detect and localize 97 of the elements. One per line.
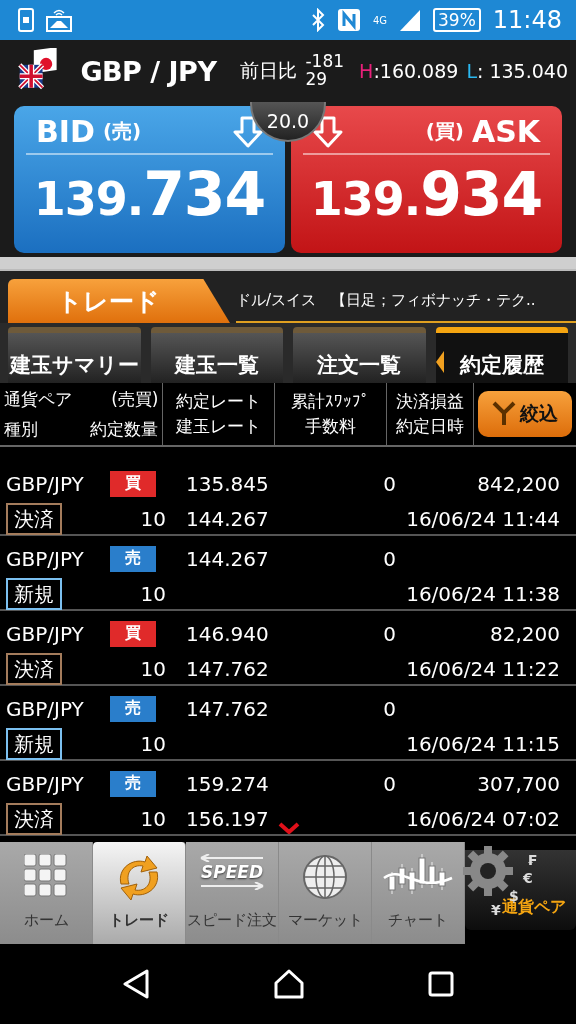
pnl-cell: 307,700: [477, 771, 560, 796]
screen-cast-icon: [46, 8, 72, 32]
rate-cell-text: 146.940: [185, 621, 269, 646]
home-icon[interactable]: [273, 969, 305, 999]
price: 139.734: [32, 159, 267, 229]
column-header: 約定レート: [176, 390, 262, 413]
datetime-cell: 16/06/24 11:22: [406, 657, 560, 681]
currency-pair: GBP / JPY: [80, 55, 217, 87]
quantity-cell: 10: [140, 732, 166, 756]
column-header: 約定日時: [395, 415, 464, 438]
datetime-cell: 16/06/24 11:44: [406, 507, 560, 531]
swap-cell: 0: [383, 546, 396, 571]
tab[interactable]: 建玉一覧: [150, 327, 283, 383]
pair-cell: GBP/JPY: [6, 546, 84, 571]
column-header: 種別: [4, 417, 38, 441]
nav-tab[interactable]: マーケット: [279, 842, 372, 944]
tab[interactable]: 約定履歴: [435, 327, 568, 383]
change-label: 前日比: [240, 58, 298, 83]
down-arrow-icon: [233, 115, 263, 148]
filter-icon: [492, 401, 517, 427]
nav-tab[interactable]: チャート: [372, 842, 465, 944]
tab[interactable]: 建玉サマリー: [8, 327, 141, 383]
quantity-cell: 10: [140, 807, 166, 831]
side-badge: 買: [110, 620, 156, 647]
order-type-badge: 新規: [6, 578, 62, 610]
grid-icon: [24, 854, 68, 898]
side-badge: 売: [110, 695, 156, 722]
rate-cell-text: 147.762: [185, 696, 269, 721]
back-icon[interactable]: [121, 969, 150, 999]
position-rate-cell-text: 147.762: [185, 657, 269, 681]
side-label: (売): [102, 118, 142, 145]
pnl-cell: 842,200: [477, 471, 560, 496]
change-value: -18129: [305, 53, 346, 89]
trade-row[interactable]: GBP/JPY 売 144.267 0 新規 10 16/06/24 11:38: [0, 536, 576, 611]
chevron-down-icon: [278, 822, 300, 834]
datetime-cell: 16/06/24 11:38: [406, 582, 560, 606]
swap-cell: 0: [383, 696, 396, 721]
nav-tab[interactable]: トレード: [93, 842, 186, 944]
signal-icon: [399, 8, 422, 32]
clock: 11:48: [492, 6, 562, 34]
battery-indicator: 39%: [433, 8, 481, 32]
phone-icon: [18, 8, 34, 32]
network-type: 4G: [372, 14, 388, 26]
column-header: 建玉レート: [176, 415, 262, 438]
order-type-badge: 決済: [6, 503, 62, 535]
side-badge: 売: [110, 770, 156, 797]
nav-tab[interactable]: ホーム: [0, 842, 93, 944]
trade-row[interactable]: GBP/JPY 買 146.940 0 82,200 決済 10 147.762 16/06/24 11:22: [0, 611, 576, 686]
column-header: 通貨ペア: [4, 387, 72, 411]
order-type-badge: 決済: [6, 653, 62, 685]
bluetooth-icon: [310, 8, 325, 32]
recents-icon[interactable]: [428, 971, 455, 997]
column-header: 約定数量: [90, 417, 159, 441]
bid-label: BID: [36, 114, 95, 149]
rate-cell-text: 135.845: [185, 471, 269, 496]
pair-cell: GBP/JPY: [6, 471, 84, 496]
side-badge: 買: [110, 470, 156, 497]
pair-cell: GBP/JPY: [6, 696, 84, 721]
swap-cell: 0: [383, 771, 396, 796]
low-price: L: 135.040: [466, 60, 568, 82]
currency-symbol: ₣: [527, 852, 537, 868]
quantity-cell: 10: [140, 657, 166, 681]
column-header: 決済損益: [395, 390, 464, 413]
side-label: (買): [425, 118, 464, 145]
order-type-badge: 新規: [6, 728, 62, 760]
swap-cell: 0: [383, 471, 396, 496]
column-header: 手数料: [304, 415, 356, 438]
side-badge: 売: [110, 545, 156, 572]
price: 139.934: [309, 159, 544, 229]
order-type-badge: 決済: [6, 803, 62, 835]
filter-button[interactable]: 絞込: [478, 391, 572, 437]
quantity-cell: 10: [140, 582, 166, 606]
trade-row[interactable]: GBP/JPY 売 147.762 0 新規 10 16/06/24 11:15: [0, 686, 576, 761]
swap-cell: 0: [383, 621, 396, 646]
quantity-cell: 10: [140, 507, 166, 531]
pair-cell: GBP/JPY: [6, 771, 84, 796]
column-header: (売買): [111, 387, 159, 411]
tab[interactable]: 注文一覧: [293, 327, 426, 383]
column-header: 累計ｽﾜｯﾌﾟ: [290, 390, 370, 413]
datetime-cell: 16/06/24 07:02: [406, 807, 560, 831]
nfc-icon: [336, 8, 361, 32]
nav-tab[interactable]: SPEED スピード注文: [186, 842, 279, 944]
currency-symbol: ¥: [491, 902, 501, 918]
trade-row[interactable]: GBP/JPY 買 135.845 0 842,200 決済 10 144.267 16/06/24 11:44: [0, 461, 576, 536]
datetime-cell: 16/06/24 11:15: [406, 732, 560, 756]
position-rate-cell-text: 156.197: [185, 807, 269, 831]
trade-title: トレード: [8, 279, 230, 323]
pnl-cell: 82,200: [490, 621, 560, 646]
down-arrow-icon: [313, 115, 343, 148]
globe-icon: [302, 854, 348, 900]
rate-cell-text: 144.267: [185, 546, 269, 571]
position-rate-cell-text: 144.267: [185, 507, 269, 531]
rate-cell-text: 159.274: [185, 771, 269, 796]
pair-cell: GBP/JPY: [6, 621, 84, 646]
currency-symbol: €: [523, 870, 533, 886]
ask-label: ASK: [471, 114, 540, 149]
high-price: H:160.089: [359, 60, 459, 82]
